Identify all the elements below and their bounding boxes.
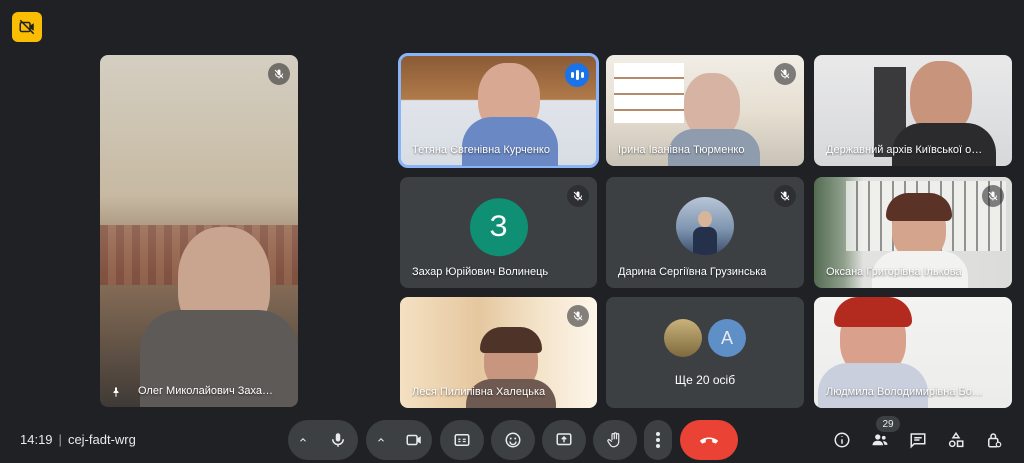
bottom-toolbar: 14:19 | cej-fadt-wrg 29 xyxy=(0,416,1024,463)
participant-name: Державний архів Київської о… xyxy=(826,144,983,156)
more-options-button[interactable] xyxy=(644,420,672,460)
activities-icon[interactable] xyxy=(944,428,968,452)
hang-up-icon xyxy=(699,437,719,444)
video-options-button[interactable] xyxy=(366,420,396,460)
meeting-details-icon[interactable] xyxy=(830,428,854,452)
participant-name: Леся Пилипівна Халецька xyxy=(412,386,546,398)
mic-off-icon xyxy=(268,63,290,85)
speaking-indicator-icon xyxy=(565,63,589,87)
mic-off-icon xyxy=(567,305,589,327)
reactions-button[interactable] xyxy=(491,420,535,460)
video-tile[interactable]: Державний архів Київської о… xyxy=(814,55,1012,166)
microphone-icon xyxy=(332,433,344,447)
leave-call-button[interactable] xyxy=(680,420,738,460)
present-screen-icon xyxy=(556,433,572,446)
participant-avatar: З xyxy=(469,197,528,256)
meeting-code: cej-fadt-wrg xyxy=(67,432,136,447)
people-icon[interactable] xyxy=(868,428,892,452)
video-tile[interactable]: Ірина Іванівна Тюрменко xyxy=(606,55,804,166)
participant-hair xyxy=(886,193,952,221)
meeting-time: 14:19 xyxy=(20,432,53,447)
microphone-button[interactable] xyxy=(318,420,358,460)
pinned-video-tile[interactable]: Олег Миколайович Заха… xyxy=(100,55,298,407)
video-tile[interactable]: Леся Пилипівна Халецька xyxy=(400,297,597,408)
raise-hand-button[interactable] xyxy=(593,420,637,460)
more-participants-label: Ще 20 осіб xyxy=(674,373,736,387)
video-tile[interactable]: Дарина Сергіївна Грузинська xyxy=(606,177,804,288)
pin-icon[interactable] xyxy=(110,385,122,399)
participant-avatar: А xyxy=(708,319,746,357)
mic-off-icon xyxy=(567,185,589,207)
participant-body xyxy=(462,117,558,166)
participant-name: Оксана Григорівна Ількова xyxy=(826,266,962,278)
video-tile[interactable]: З Захар Юрійович Волинець xyxy=(400,177,597,288)
participant-name: Дарина Сергіївна Грузинська xyxy=(618,266,767,278)
camera-icon xyxy=(406,434,421,446)
participant-name: Ірина Іванівна Тюрменко xyxy=(618,144,745,156)
video-tile[interactable]: Оксана Григорівна Ількова xyxy=(814,177,1012,288)
camera-button[interactable] xyxy=(396,420,432,460)
meet-stage: Олег Миколайович Заха… Тетяна Євгенівна … xyxy=(0,0,1024,463)
bookshelf xyxy=(614,63,684,123)
host-controls-icon[interactable] xyxy=(982,428,1006,452)
recording-off-icon[interactable] xyxy=(12,12,42,42)
participant-avatar xyxy=(676,196,734,255)
audio-options-button[interactable] xyxy=(288,420,318,460)
video-tile[interactable]: Людмила Володимирівна Бо… xyxy=(814,297,1012,408)
participant-hair xyxy=(834,297,912,327)
participant-avatar xyxy=(664,319,702,357)
emoji-icon xyxy=(505,432,521,448)
more-participants-tile[interactable]: А Ще 20 осіб xyxy=(606,297,804,408)
more-vert-icon xyxy=(656,432,660,448)
separator: | xyxy=(58,432,62,447)
meeting-info: 14:19 | cej-fadt-wrg xyxy=(20,432,136,447)
mic-off-icon xyxy=(774,185,796,207)
present-button[interactable] xyxy=(542,420,586,460)
chat-icon[interactable] xyxy=(906,428,930,452)
mic-off-icon xyxy=(774,63,796,85)
others-avatars: А xyxy=(606,319,804,357)
participant-name: Захар Юрійович Волинець xyxy=(412,266,549,278)
captions-icon xyxy=(454,434,470,446)
participant-name: Людмила Володимирівна Бо… xyxy=(826,386,983,398)
participant-name: Тетяна Євгенівна Курченко xyxy=(412,144,550,156)
mic-off-icon xyxy=(982,185,1004,207)
hand-icon xyxy=(607,432,620,448)
participant-hair xyxy=(480,327,542,353)
participant-name: Олег Миколайович Заха… xyxy=(138,385,273,397)
video-tile[interactable]: Тетяна Євгенівна Курченко xyxy=(398,53,599,168)
captions-button[interactable] xyxy=(440,420,484,460)
